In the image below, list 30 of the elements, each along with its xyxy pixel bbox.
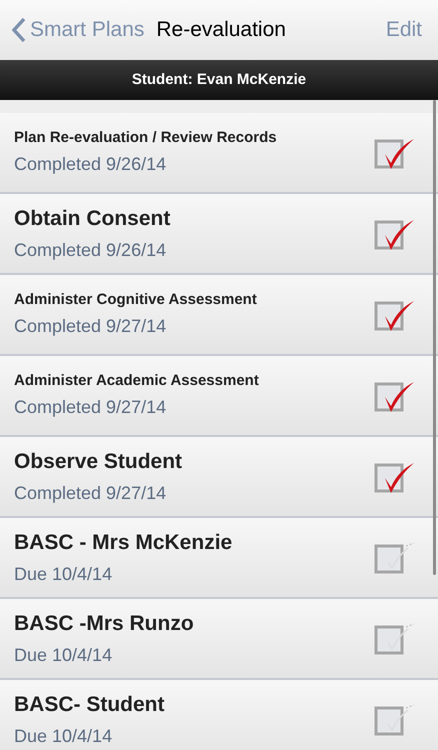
unchecked-checkbox[interactable] xyxy=(374,702,416,738)
task-status: Due 10/4/14 xyxy=(14,644,114,667)
task-title: Plan Re-evaluation / Review Records xyxy=(14,128,278,148)
student-header: Student: Evan McKenzie xyxy=(0,60,438,100)
task-status: Completed 9/27/14 xyxy=(14,482,168,505)
task-title: BASC - Mrs McKenzie xyxy=(14,530,234,556)
task-title: BASC- Student xyxy=(14,692,166,718)
task-status: Completed 9/27/14 xyxy=(14,315,168,338)
task-status: Completed 9/26/14 xyxy=(14,238,168,262)
task-status: Due 10/4/14 xyxy=(14,724,114,748)
task-row[interactable]: Obtain Consent Completed 9/26/14 xyxy=(0,194,438,275)
task-row[interactable]: Administer Cognitive Assessment Completed 9/27/14 xyxy=(0,275,438,356)
unchecked-checkbox[interactable] xyxy=(374,620,416,656)
task-status: Completed 9/27/14 xyxy=(14,396,168,420)
task-row[interactable]: Administer Academic Assessment Completed 9/27/14 xyxy=(0,356,438,437)
back-chevron-icon xyxy=(12,17,26,43)
task-status: Completed 9/26/14 xyxy=(14,153,168,176)
task-row[interactable]: BASC - Mrs McKenzie Due 10/4/14 xyxy=(0,518,438,599)
task-row[interactable]: Observe Student Completed 9/27/14 xyxy=(0,437,438,518)
screen-title: Re-evaluation xyxy=(156,17,286,44)
task-row[interactable]: BASC- Student Due 10/4/14 xyxy=(0,680,438,750)
task-title: Obtain Consent xyxy=(14,206,172,232)
task-row[interactable]: BASC -Mrs Runzo Due 10/4/14 xyxy=(0,599,438,680)
task-title: Administer Academic Assessment xyxy=(14,370,260,391)
task-title: Administer Cognitive Assessment xyxy=(14,290,258,310)
task-status: Due 10/4/14 xyxy=(14,562,114,586)
task-title: BASC -Mrs Runzo xyxy=(14,611,195,638)
unchecked-checkbox[interactable] xyxy=(374,540,416,576)
task-row[interactable]: Plan Re-evaluation / Review Records Completed 9/26/14 xyxy=(0,113,438,194)
task-title: Observe Student xyxy=(14,449,184,476)
